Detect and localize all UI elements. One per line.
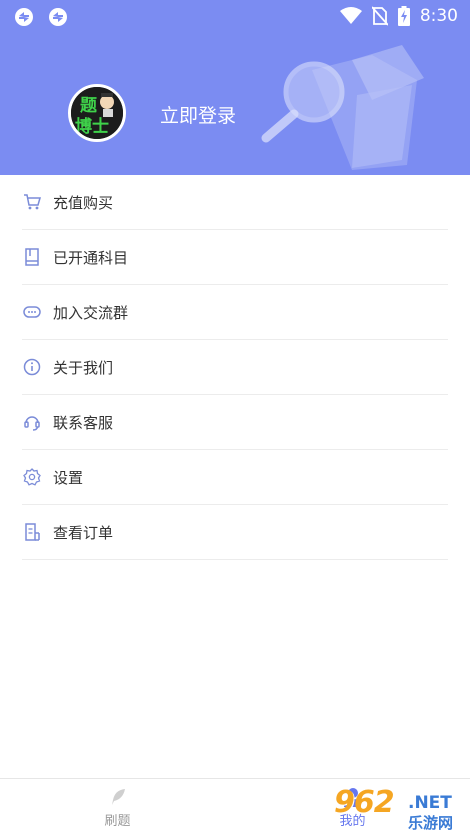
avatar[interactable]: 题 博士	[68, 84, 126, 142]
avatar-logo-icon: 题 博士	[71, 87, 123, 139]
watermark-logo: 962 .NET 乐游网	[330, 785, 470, 835]
tab-practice[interactable]: 刷题	[0, 779, 235, 835]
watermark-net: .NET	[408, 793, 452, 813]
menu-item-label: 联系客服	[53, 413, 114, 432]
menu-item-label: 设置	[53, 468, 84, 487]
watermark-number: 962	[334, 785, 395, 820]
menu-item-subjects[interactable]: 已开通科目	[22, 230, 448, 285]
menu-item-about[interactable]: 关于我们	[22, 340, 448, 395]
info-icon	[22, 357, 42, 377]
status-bar: 8:30	[0, 0, 470, 34]
book-icon	[22, 247, 42, 267]
watermark-site: 乐游网	[408, 814, 454, 832]
menu-item-label: 充值购买	[53, 193, 114, 212]
menu-item-recharge[interactable]: 充值购买	[22, 175, 448, 230]
menu-item-label: 已开通科目	[53, 248, 129, 267]
menu-item-label: 加入交流群	[53, 303, 129, 322]
menu-item-join-group[interactable]: 加入交流群	[22, 285, 448, 340]
svg-text:题: 题	[80, 96, 98, 116]
wifi-icon	[339, 7, 362, 24]
sync-icon	[15, 8, 33, 26]
menu-list: 充值购买 已开通科目 加入交流群 关于我们 联系客服 设置 查看订单	[0, 175, 470, 560]
profile-header: 8:30 题 博士 立即登录	[0, 0, 470, 175]
clock: 8:30	[419, 6, 458, 26]
gear-icon	[22, 467, 42, 487]
headset-icon	[22, 412, 42, 432]
no-sim-icon	[371, 6, 388, 26]
menu-item-label: 查看订单	[53, 523, 114, 542]
menu-item-settings[interactable]: 设置	[22, 450, 448, 505]
menu-item-label: 关于我们	[53, 358, 114, 377]
menu-item-customer-service[interactable]: 联系客服	[22, 395, 448, 450]
book-magnifier-illustration	[261, 45, 424, 170]
tab-label: 刷题	[104, 813, 131, 829]
cart-icon	[22, 192, 42, 212]
order-icon	[22, 522, 42, 542]
svg-text:博士: 博士	[75, 116, 109, 137]
menu-item-orders[interactable]: 查看订单	[22, 505, 448, 560]
sync-icon	[49, 8, 67, 26]
battery-charging-icon	[397, 6, 410, 26]
feather-icon	[111, 788, 125, 805]
chat-icon	[22, 302, 42, 322]
login-link[interactable]: 立即登录	[160, 101, 236, 128]
